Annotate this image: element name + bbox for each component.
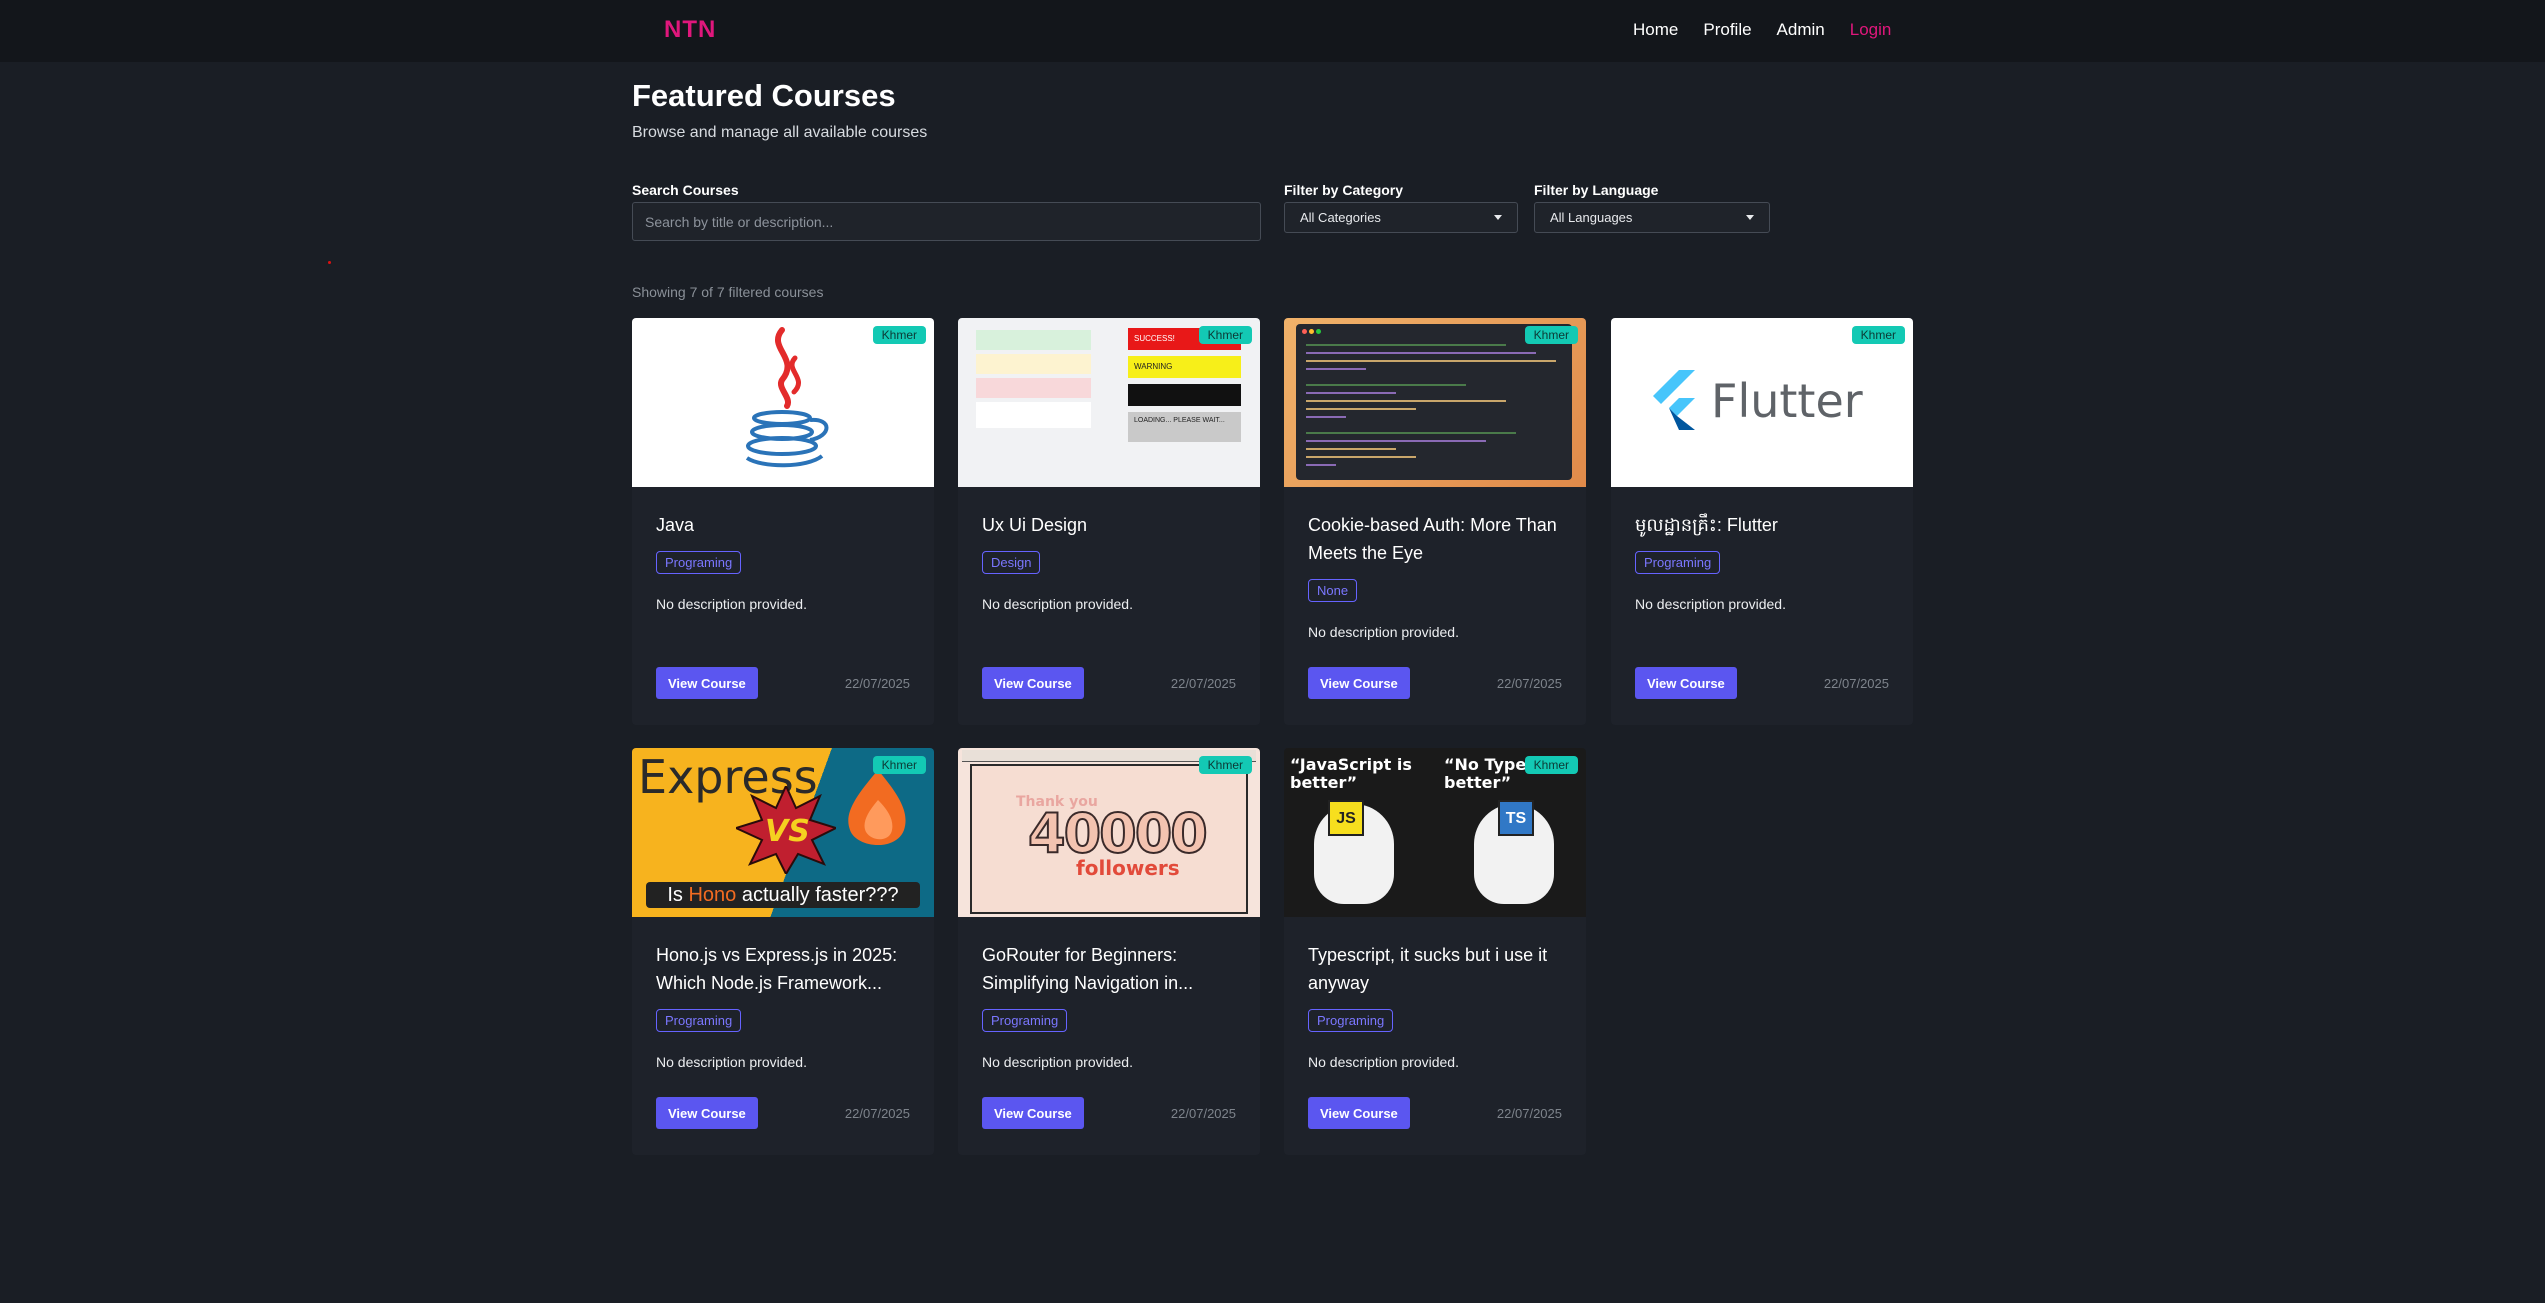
flutter-wordmark: Flutter xyxy=(1711,374,1863,428)
course-title: Typescript, it sucks but i use it anyway xyxy=(1308,945,1548,993)
course-description: No description provided. xyxy=(982,1054,1133,1070)
language-badge: Khmer xyxy=(1198,756,1252,774)
category-badge: Programing xyxy=(1308,1009,1394,1032)
category-badge: Programing xyxy=(656,1009,742,1032)
alert-success-row xyxy=(976,330,1091,350)
navbar: NTN Home Profile Admin Login xyxy=(0,0,2545,62)
js-logo-icon: JS xyxy=(1328,800,1364,836)
course-description: No description provided. xyxy=(1308,624,1459,640)
alert-error-row xyxy=(976,378,1091,398)
nav-link-admin[interactable]: Admin xyxy=(1777,20,1825,40)
course-date: 22/07/2025 xyxy=(1496,1106,1562,1121)
course-date: 22/07/2025 xyxy=(1170,676,1236,691)
category-badge: Programing xyxy=(1635,551,1721,574)
course-thumbnail-java: Khmer xyxy=(632,318,934,487)
course-card[interactable]: Thank you 40000 followers Khmer GoRouter… xyxy=(958,748,1260,1155)
ts-logo-icon: TS xyxy=(1498,800,1534,836)
language-badge: Khmer xyxy=(1851,326,1905,344)
loading-block: LOADING... PLEASE WAIT... xyxy=(1128,412,1241,442)
course-date: 22/07/2025 xyxy=(844,1106,910,1121)
course-date: 22/07/2025 xyxy=(1823,676,1889,691)
language-badge: Khmer xyxy=(1524,326,1578,344)
view-course-button[interactable]: View Course xyxy=(982,1097,1084,1129)
course-thumbnail-flutter: Flutter Khmer xyxy=(1611,318,1913,487)
nav-link-home[interactable]: Home xyxy=(1633,20,1678,40)
course-thumbnail-express: Express VS Is Hono actually faster??? Kh… xyxy=(632,748,934,917)
course-card[interactable]: Khmer Java Programing No description pro… xyxy=(632,318,934,725)
course-description: No description provided. xyxy=(1635,596,1786,612)
language-badge: Khmer xyxy=(872,756,926,774)
express-caption: Is Hono actually faster??? xyxy=(646,882,920,908)
meme-left-text: “JavaScript is better” xyxy=(1290,755,1412,792)
chevron-down-icon xyxy=(1494,215,1502,220)
chevron-down-icon xyxy=(1746,215,1754,220)
language-badge: Khmer xyxy=(1524,756,1578,774)
category-badge: Programing xyxy=(656,551,742,574)
course-card[interactable]: Flutter Khmer មូលដ្ឋានគ្រឹះ: Flutter Pro… xyxy=(1611,318,1913,725)
caption-highlight: Hono xyxy=(688,884,737,906)
page-title: Featured Courses xyxy=(632,78,896,113)
course-description: No description provided. xyxy=(656,1054,807,1070)
course-card[interactable]: Khmer Cookie-based Auth: More Than Meets… xyxy=(1284,318,1586,725)
code-editor-window xyxy=(1296,324,1572,480)
language-badge: Khmer xyxy=(1198,326,1252,344)
language-select[interactable]: All Languages xyxy=(1534,202,1770,233)
nav-links: Home Profile Admin Login xyxy=(1633,20,1891,40)
stray-dot xyxy=(328,261,331,264)
course-date: 22/07/2025 xyxy=(844,676,910,691)
course-title: មូលដ្ឋានគ្រឹះ: Flutter xyxy=(1635,515,1778,535)
language-select-value: All Languages xyxy=(1550,210,1633,225)
category-badge: None xyxy=(1308,579,1358,602)
results-count: Showing 7 of 7 filtered courses xyxy=(632,284,824,300)
course-thumbnail-cookie: Khmer xyxy=(1284,318,1586,487)
caption-suffix: actually faster??? xyxy=(736,884,899,906)
view-course-button[interactable]: View Course xyxy=(1308,1097,1410,1129)
view-course-button[interactable]: View Course xyxy=(1308,667,1410,699)
course-date: 22/07/2025 xyxy=(1170,1106,1236,1121)
view-course-button[interactable]: View Course xyxy=(656,667,758,699)
brand-logo[interactable]: NTN xyxy=(664,16,716,44)
course-title: Java xyxy=(656,515,695,535)
category-filter-label: Filter by Category xyxy=(1284,182,1404,198)
view-course-button[interactable]: View Course xyxy=(1635,667,1737,699)
nav-link-login[interactable]: Login xyxy=(1850,20,1892,40)
followers-word: followers xyxy=(1076,856,1180,880)
course-title: Cookie-based Auth: More Than Meets the E… xyxy=(1308,515,1557,563)
nav-link-profile[interactable]: Profile xyxy=(1703,20,1751,40)
search-input[interactable] xyxy=(632,202,1261,241)
alert-loading-row xyxy=(976,402,1091,428)
dark-block xyxy=(1128,384,1241,406)
page-subtitle: Browse and manage all available courses xyxy=(632,124,928,141)
course-thumbnail-ux: SUCCESS! WARNING LOADING... PLEASE WAIT.… xyxy=(958,318,1260,487)
course-title: GoRouter for Beginners: Simplifying Navi… xyxy=(982,945,1194,993)
course-title: Hono.js vs Express.js in 2025: Which Nod… xyxy=(656,945,898,993)
hono-flame-icon xyxy=(848,770,906,846)
course-description: No description provided. xyxy=(656,596,807,612)
warning-block: WARNING xyxy=(1128,356,1241,378)
search-label: Search Courses xyxy=(632,182,739,198)
course-title: Ux Ui Design xyxy=(982,515,1088,535)
view-course-button[interactable]: View Course xyxy=(982,667,1084,699)
view-course-button[interactable]: View Course xyxy=(656,1097,758,1129)
course-card[interactable]: Express VS Is Hono actually faster??? Kh… xyxy=(632,748,934,1155)
course-thumbnail-gorouter: Thank you 40000 followers Khmer xyxy=(958,748,1260,917)
vs-text: VS xyxy=(765,814,810,849)
flutter-logo-icon xyxy=(1653,370,1695,430)
category-badge: Design xyxy=(982,551,1041,574)
course-card[interactable]: SUCCESS! WARNING LOADING... PLEASE WAIT.… xyxy=(958,318,1260,725)
course-description: No description provided. xyxy=(1308,1054,1459,1070)
alert-warning-row xyxy=(976,354,1091,374)
language-badge: Khmer xyxy=(872,326,926,344)
course-description: No description provided. xyxy=(982,596,1133,612)
category-badge: Programing xyxy=(982,1009,1068,1032)
caption-prefix: Is xyxy=(667,884,689,906)
course-date: 22/07/2025 xyxy=(1496,676,1562,691)
category-select[interactable]: All Categories xyxy=(1284,202,1518,233)
category-select-value: All Categories xyxy=(1300,210,1381,225)
course-card[interactable]: “JavaScript is better” “No Type is bette… xyxy=(1284,748,1586,1155)
course-thumbnail-typescript: “JavaScript is better” “No Type is bette… xyxy=(1284,748,1586,917)
language-filter-label: Filter by Language xyxy=(1534,182,1659,198)
